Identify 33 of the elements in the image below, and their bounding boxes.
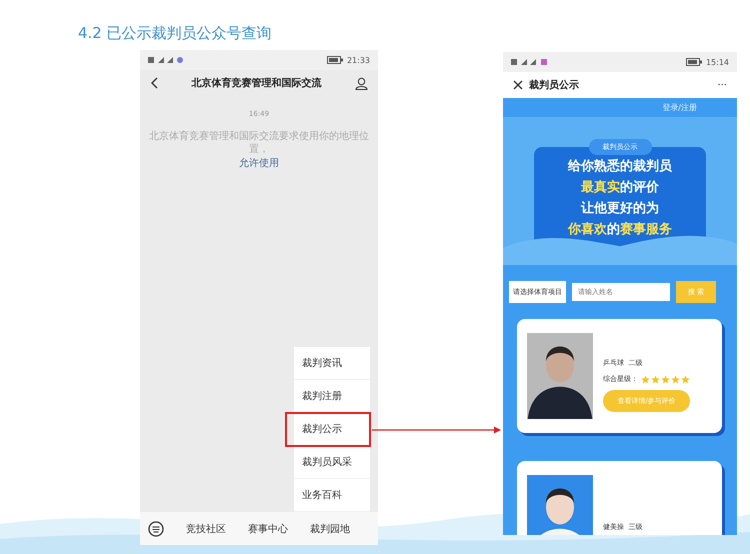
nav-title: 北京体育竞赛管理和国际交流 [190,76,322,90]
system-message: 北京体育竞赛管理和国际交流要求使用你的地理位置， [148,130,370,156]
menu-item[interactable]: 裁判资讯 [294,347,370,380]
slogan-text: 你喜欢 [568,222,607,237]
menu-tab[interactable]: 竞技社区 [186,522,226,536]
star-icon [651,374,660,384]
person-icon[interactable] [355,76,368,90]
status-time: 21:33 [346,56,370,64]
back-icon[interactable] [150,77,158,89]
star-icon [661,374,670,384]
close-icon[interactable] [513,80,523,90]
allow-link[interactable]: 允许使用 [239,156,279,170]
menu-item[interactable]: 裁判注册 [294,380,370,413]
slide-title: 4.2 已公示裁判员公众号查询 [77,23,273,44]
slogan-text: 最真实 [581,180,620,195]
keyboard-icon[interactable] [148,520,164,536]
slogan-text: 的评价 [620,180,659,195]
star-icon [671,374,680,384]
status-time: 15:14 [706,58,729,66]
battery-icon [326,56,343,64]
menu-tab[interactable]: 裁判园地 [310,522,350,536]
slogan-text: 让他更好的为 [581,201,659,216]
menu-tab[interactable]: 赛事中心 [248,522,288,536]
nav-title: 裁判员公示 [529,78,579,92]
battery-icon [686,58,702,66]
slogan-text: 赛事服务 [620,222,672,237]
slogan-text: 的 [607,222,620,237]
star-icon [641,374,650,384]
menu-item[interactable]: 裁判公示 [286,413,370,446]
menu-item[interactable]: 裁判员风采 [294,446,370,479]
slogan-text: 给你熟悉的裁判员 [568,159,672,174]
more-button[interactable]: ··· [717,80,727,90]
star-icon [681,374,690,384]
